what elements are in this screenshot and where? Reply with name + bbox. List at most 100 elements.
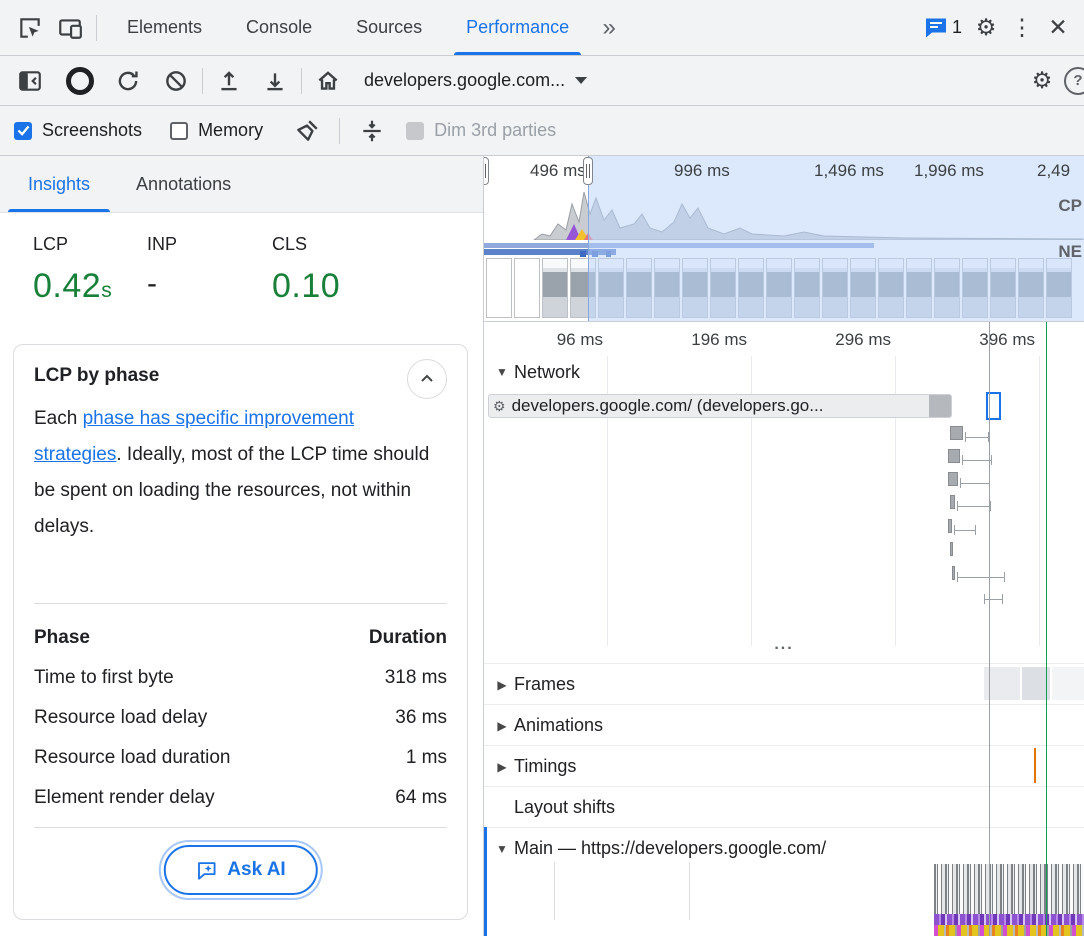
target-select[interactable]: developers.google.com... — [364, 70, 587, 91]
more-options-button[interactable]: ⋮ — [1004, 10, 1040, 46]
home-icon — [315, 68, 341, 94]
timeline-panel: 496 ms 996 ms 1,496 ms 1,996 ms 2,49 — [484, 156, 1084, 936]
ask-ai-label: Ask AI — [227, 859, 285, 881]
track-layout-shifts[interactable]: Layout shifts — [484, 786, 1084, 828]
network-resize-handle[interactable]: ... — [484, 636, 1084, 658]
description-text: Each — [34, 408, 83, 429]
capture-settings-button[interactable]: ⚙ — [1024, 63, 1060, 99]
tab-insights[interactable]: Insights — [8, 156, 110, 212]
selection-left-handle[interactable] — [484, 157, 489, 185]
track-main[interactable]: ▼ Main — https://developers.google.com/ — [484, 827, 1084, 869]
network-request-bar[interactable] — [948, 449, 960, 463]
network-request-whisker[interactable] — [965, 432, 989, 442]
network-request-whisker[interactable] — [962, 455, 992, 465]
tab-annotations[interactable]: Annotations — [116, 156, 251, 212]
chevron-up-icon — [419, 371, 435, 387]
kebab-menu-icon: ⋮ — [1011, 16, 1034, 39]
collapse-card-button[interactable] — [407, 359, 447, 399]
collapse-tracks-button[interactable] — [354, 113, 390, 149]
divider — [301, 68, 302, 94]
dim-3rd-parties-checkbox[interactable] — [406, 122, 424, 140]
phase-duration: 64 ms — [395, 787, 447, 809]
divider — [34, 827, 447, 828]
overview-time-label: 1,496 ms — [814, 161, 884, 181]
table-row: Resource load duration 1 ms — [34, 747, 447, 769]
garbage-collect-button[interactable] — [289, 113, 325, 149]
toggle-sidebar-button[interactable] — [12, 63, 48, 99]
network-request-bar[interactable] — [950, 542, 953, 556]
track-label: Frames — [514, 674, 575, 695]
settings-button[interactable]: ⚙ — [968, 10, 1004, 46]
timeline-overview[interactable]: 496 ms 996 ms 1,496 ms 1,996 ms 2,49 — [484, 156, 1084, 322]
network-request-bar[interactable] — [948, 472, 958, 486]
record-button[interactable] — [62, 63, 98, 99]
memory-label: Memory — [198, 120, 263, 141]
network-request-bar[interactable] — [948, 519, 952, 533]
record-and-reload-button[interactable] — [110, 63, 146, 99]
main-flame-chart-scripting[interactable] — [934, 914, 1084, 925]
toggle-device-toolbar-button[interactable] — [52, 10, 88, 46]
speech-bubble-icon — [924, 17, 948, 39]
inspect-element-button[interactable] — [12, 10, 48, 46]
disclosure-triangle-icon: ▶ — [490, 760, 514, 774]
track-animations[interactable]: ▶ Animations — [484, 704, 1084, 746]
cpu-track-label: CP — [1058, 196, 1082, 216]
save-profile-button[interactable] — [257, 63, 293, 99]
timing-marker[interactable] — [1034, 748, 1036, 783]
phase-name: Time to first byte — [34, 667, 174, 689]
gear-icon: ⚙ — [1032, 69, 1053, 92]
tab-label: Annotations — [136, 174, 231, 195]
timeline-detail: 96 ms 196 ms 296 ms 396 ms ▼ Network ⚙ d… — [484, 322, 1084, 936]
tab-elements[interactable]: Elements — [105, 0, 224, 55]
track-label: Timings — [514, 756, 576, 777]
network-request-bar[interactable] — [950, 426, 963, 440]
performance-toolbar: developers.google.com... ⚙ ? — [0, 56, 1084, 106]
memory-checkbox[interactable] — [170, 122, 188, 140]
screenshots-checkbox[interactable] — [14, 122, 32, 140]
device-toolbar-icon — [57, 15, 83, 41]
track-timings[interactable]: ▶ Timings — [484, 745, 1084, 787]
upload-icon — [216, 68, 242, 94]
phase-duration: 318 ms — [385, 667, 447, 689]
tab-sources[interactable]: Sources — [334, 0, 444, 55]
more-tabs-button[interactable]: » — [591, 10, 627, 46]
main-flame-chart[interactable] — [934, 864, 1084, 914]
track-label: Main — https://developers.google.com/ — [514, 838, 826, 859]
metric-label: CLS — [272, 234, 340, 255]
live-metrics-button[interactable] — [310, 63, 346, 99]
load-profile-button[interactable] — [211, 63, 247, 99]
devtools-window: Elements Console Sources Performance » 1… — [0, 0, 1084, 936]
card-description: Each phase has specific improvement stra… — [34, 401, 444, 545]
screenshot-thumbnail[interactable] — [486, 258, 512, 318]
network-request-bar[interactable] — [952, 566, 955, 580]
column-duration: Duration — [369, 627, 447, 649]
clear-recording-button[interactable] — [158, 63, 194, 99]
help-button[interactable]: ? — [1060, 63, 1084, 99]
frame-thumbnail[interactable] — [1052, 667, 1084, 700]
tab-console[interactable]: Console — [224, 0, 334, 55]
overview-time-label: 996 ms — [674, 161, 730, 181]
screenshot-thumbnail[interactable] — [514, 258, 540, 318]
selection-right-handle[interactable] — [583, 157, 593, 185]
network-request-whisker[interactable] — [957, 501, 991, 511]
ask-ai-button[interactable]: Ask AI — [163, 845, 317, 895]
track-label: Animations — [514, 715, 603, 736]
column-phase: Phase — [34, 627, 90, 649]
network-request-whisker[interactable] — [954, 525, 976, 535]
main-flame-chart-rendering[interactable] — [934, 925, 1084, 936]
sidebar-tabbar: Insights Annotations — [0, 156, 483, 213]
tab-performance[interactable]: Performance — [444, 0, 591, 55]
metric-number: - — [147, 267, 158, 300]
close-devtools-button[interactable]: ✕ — [1040, 10, 1076, 46]
messages-button[interactable]: 1 — [918, 10, 968, 46]
network-request-whisker[interactable] — [984, 594, 1003, 604]
selected-track-indicator — [484, 827, 487, 936]
metric-value: - — [147, 267, 177, 301]
network-request-whisker[interactable] — [957, 572, 1005, 582]
grid-line — [689, 862, 690, 920]
network-request-whisker[interactable] — [960, 478, 990, 488]
panel-left-icon — [17, 68, 43, 94]
network-request-bar[interactable] — [950, 495, 955, 509]
net-track-label: NE — [1058, 242, 1082, 262]
screenshot-thumbnail[interactable] — [542, 258, 568, 318]
